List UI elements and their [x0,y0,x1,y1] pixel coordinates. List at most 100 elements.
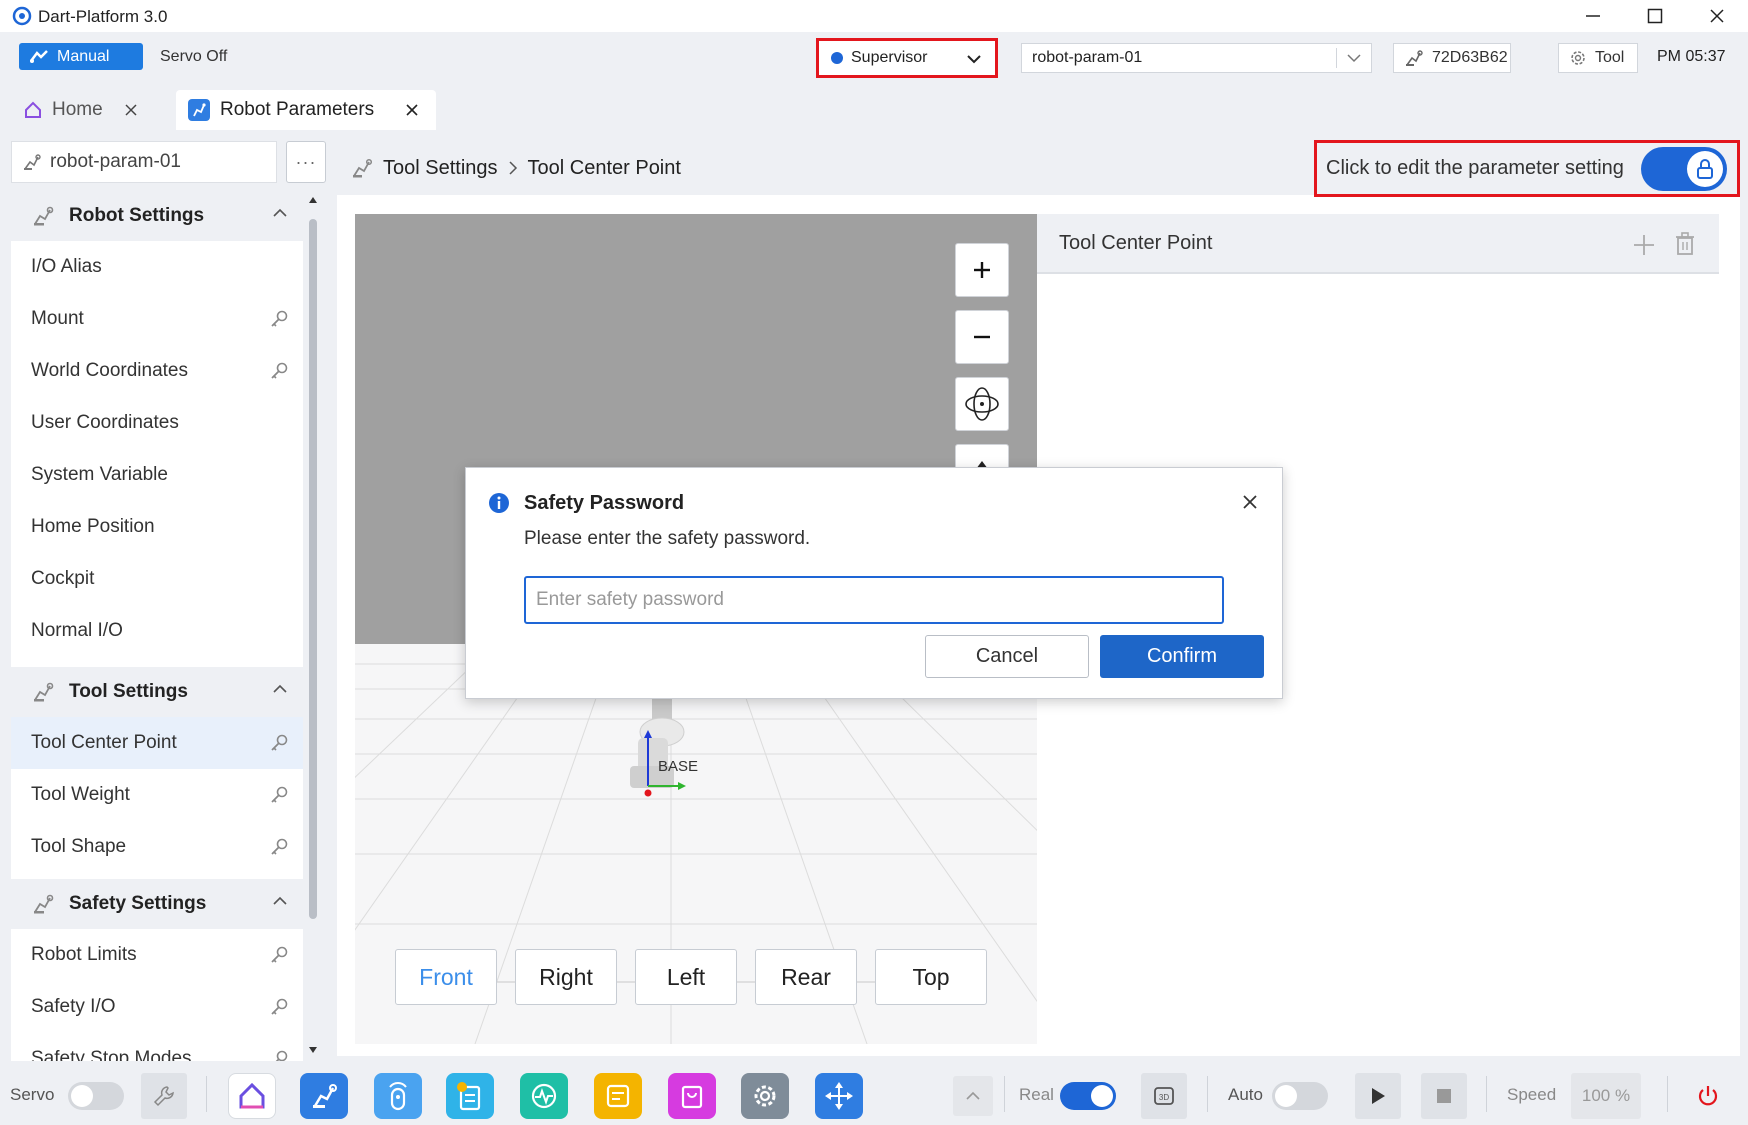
more-icon: ··· [295,151,317,172]
robot-select[interactable]: robot-param-01 [1021,43,1372,73]
zoom-in-button[interactable] [955,243,1009,297]
view-rear-button[interactable]: Rear [755,949,857,1005]
robot-arm-icon [31,680,55,704]
sidebar-item-io-alias[interactable]: I/O Alias [11,241,303,293]
servo-status: Servo Off [160,48,228,65]
tab-home[interactable]: Home [12,90,160,130]
section-robot-settings[interactable]: Robot Settings [11,191,303,241]
chevron-up-icon[interactable] [273,684,287,694]
tab-robot-parameters[interactable]: Robot Parameters [176,90,436,130]
key-icon [269,361,289,381]
sidebar-item-label: Tool Shape [31,836,127,857]
view-front-button[interactable]: Front [395,949,497,1005]
manual-mode-button[interactable]: Manual [19,43,143,70]
view-top-button[interactable]: Top [875,949,987,1005]
robot-app-icon[interactable] [300,1073,348,1119]
notes-app-icon[interactable] [594,1073,642,1119]
sidebar-item-tool-shape[interactable]: Tool Shape [11,821,303,873]
dialog-message: Please enter the safety password. [524,528,811,549]
manual-mode-label: Manual [57,47,110,65]
close-window-button[interactable] [1687,0,1747,32]
view-right-button[interactable]: Right [515,949,617,1005]
power-button[interactable] [1685,1073,1731,1119]
tool-button[interactable]: Tool [1558,43,1638,73]
cancel-button[interactable]: Cancel [925,635,1089,678]
close-icon[interactable] [1242,494,1258,510]
add-icon[interactable] [1633,234,1655,256]
wrench-button[interactable] [141,1073,187,1119]
sidebar-item-mount[interactable]: Mount [11,293,303,345]
monitor-app-icon[interactable] [520,1073,568,1119]
chevron-up-icon[interactable] [273,208,287,218]
power-icon [1696,1084,1720,1108]
expand-up-button[interactable] [953,1076,993,1116]
key-icon [269,1049,289,1061]
section-tool-settings[interactable]: Tool Settings [11,667,303,717]
sidebar-item-label: World Coordinates [31,360,189,381]
section-title: Safety Settings [69,893,207,914]
remote-app-icon[interactable] [374,1073,422,1119]
chevron-up-icon[interactable] [273,896,287,906]
sidebar-item-normal-io[interactable]: Normal I/O [11,605,303,657]
sidebar-item-cockpit[interactable]: Cockpit [11,553,303,605]
role-select[interactable]: Supervisor [825,46,989,70]
view-left-button[interactable]: Left [635,949,737,1005]
scroll-up-icon[interactable] [309,197,317,203]
clock: PM 05:37 [1657,48,1726,65]
sidebar-scrollbar[interactable] [307,191,319,1061]
workcell-field[interactable]: robot-param-01 [11,141,277,183]
sidebar-item-system-variable[interactable]: System Variable [11,449,303,501]
sidebar-item-home-position[interactable]: Home Position [11,501,303,553]
rotate-view-button[interactable] [955,377,1009,431]
breadcrumb-parent[interactable]: Tool Settings [383,157,498,180]
trash-icon[interactable] [1675,232,1695,256]
settings-app-icon[interactable] [741,1073,789,1119]
3d-view-button[interactable]: 3D [1141,1073,1187,1119]
real-mode-toggle[interactable] [1060,1082,1116,1110]
sidebar-item-label: Normal I/O [31,620,123,641]
stop-button[interactable] [1421,1073,1467,1119]
top-bar: Manual Servo Off Supervisor robot-param-… [0,32,1748,80]
safety-password-input[interactable] [524,576,1224,624]
dialog-title: Safety Password [524,492,685,514]
speed-value-field[interactable]: 100 % [1571,1073,1641,1119]
sidebar-item-safety-io[interactable]: Safety I/O [11,981,303,1033]
chevron-right-icon [508,161,518,175]
sidebar-item-world-coordinates[interactable]: World Coordinates [11,345,303,397]
robot-id-chip[interactable]: 72D63B62 [1393,43,1511,73]
section-safety-settings[interactable]: Safety Settings [11,879,303,929]
scrollbar-thumb[interactable] [309,219,317,919]
cancel-label: Cancel [975,645,1039,667]
task-app-icon[interactable] [446,1073,494,1119]
sidebar-item-safety-stop-modes[interactable]: Safety Stop Modes [11,1033,303,1061]
store-app-icon[interactable] [668,1073,716,1119]
play-icon [1370,1087,1386,1105]
title-bar: Dart-Platform 3.0 [0,0,1748,32]
edit-lock-toggle[interactable] [1641,147,1727,191]
view-front-label: Front [419,963,473,990]
sidebar-item-tool-weight[interactable]: Tool Weight [11,769,303,821]
scroll-down-icon[interactable] [309,1047,317,1053]
sidebar-item-robot-limits[interactable]: Robot Limits [11,929,303,981]
sidebar-item-user-coordinates[interactable]: User Coordinates [11,397,303,449]
confirm-button[interactable]: Confirm [1100,635,1264,678]
home-app-icon[interactable] [228,1073,276,1119]
close-icon[interactable] [406,104,418,116]
sidebar-item-tool-center-point[interactable]: Tool Center Point [11,717,303,769]
sidebar-item-label: Tool Weight [31,784,130,805]
maximize-button[interactable] [1625,0,1685,32]
workcell-name: robot-param-01 [50,151,181,172]
real-label: Real [1019,1085,1054,1104]
zoom-out-button[interactable] [955,310,1009,364]
auto-mode-toggle[interactable] [1272,1082,1328,1110]
minimize-button[interactable] [1563,0,1623,32]
sidebar-item-label: Home Position [31,516,155,537]
servo-toggle[interactable] [68,1082,124,1110]
close-icon[interactable] [125,104,137,116]
sidebar-item-label: Tool Center Point [31,732,177,753]
jog-app-icon[interactable] [815,1073,863,1119]
more-options-button[interactable]: ··· [286,141,326,183]
app-title: Dart-Platform 3.0 [38,7,168,26]
key-icon [269,837,289,857]
play-button[interactable] [1355,1073,1401,1119]
